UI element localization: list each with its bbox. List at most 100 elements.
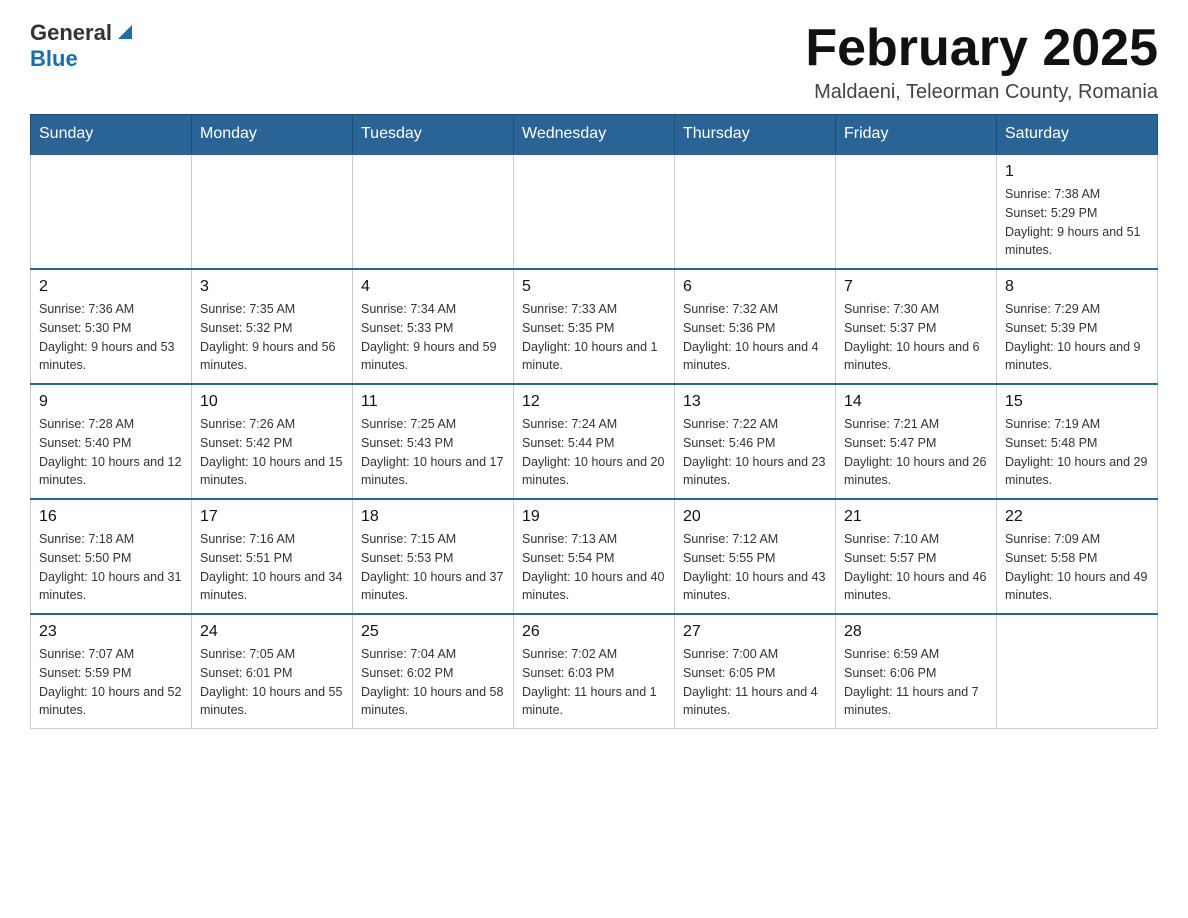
calendar-cell [514,154,675,269]
weekday-header-thursday: Thursday [675,115,836,155]
calendar-cell: 18 Sunrise: 7:15 AM Sunset: 5:53 PM Dayli… [353,499,514,614]
day-info: Sunrise: 7:16 AM Sunset: 5:51 PM Dayligh… [200,530,344,605]
location-subtitle: Maldaeni, Teleorman County, Romania [805,81,1158,104]
day-number: 22 [1005,508,1149,526]
calendar-cell: 20 Sunrise: 7:12 AM Sunset: 5:55 PM Dayli… [675,499,836,614]
calendar-cell: 21 Sunrise: 7:10 AM Sunset: 5:57 PM Dayli… [836,499,997,614]
calendar-cell: 26Sunrise: 7:02 AM Sunset: 6:03 PM Dayli… [514,614,675,729]
calendar-cell: 19 Sunrise: 7:13 AM Sunset: 5:54 PM Dayli… [514,499,675,614]
day-number: 8 [1005,278,1149,296]
calendar-week-row: 23 Sunrise: 7:07 AM Sunset: 5:59 PM Dayli… [31,614,1158,729]
calendar-cell: 4 Sunrise: 7:34 AM Sunset: 5:33 PM Daylig… [353,269,514,384]
day-number: 10 [200,393,344,411]
day-info: Sunrise: 7:35 AM Sunset: 5:32 PM Dayligh… [200,300,344,375]
calendar-cell [997,614,1158,729]
weekday-header-tuesday: Tuesday [353,115,514,155]
calendar-cell: 10 Sunrise: 7:26 AM Sunset: 5:42 PM Dayli… [192,384,353,499]
day-number: 12 [522,393,666,411]
day-number: 3 [200,278,344,296]
calendar-cell [31,154,192,269]
day-info: Sunrise: 7:05 AM Sunset: 6:01 PM Dayligh… [200,645,344,720]
day-info: Sunrise: 7:07 AM Sunset: 5:59 PM Dayligh… [39,645,183,720]
day-info: Sunrise: 7:34 AM Sunset: 5:33 PM Dayligh… [361,300,505,375]
calendar-cell: 2 Sunrise: 7:36 AM Sunset: 5:30 PM Daylig… [31,269,192,384]
day-info: Sunrise: 7:26 AM Sunset: 5:42 PM Dayligh… [200,415,344,490]
day-info: Sunrise: 6:59 AM Sunset: 6:06 PM Dayligh… [844,645,988,720]
day-number: 5 [522,278,666,296]
day-number: 9 [39,393,183,411]
calendar-cell: 28 Sunrise: 6:59 AM Sunset: 6:06 PM Dayli… [836,614,997,729]
calendar-cell [353,154,514,269]
calendar-week-row: 1Sunrise: 7:38 AM Sunset: 5:29 PM Daylig… [31,154,1158,269]
logo: General Blue [30,20,136,72]
weekday-header-row: SundayMondayTuesdayWednesdayThursdayFrid… [31,115,1158,155]
day-number: 20 [683,508,827,526]
day-info: Sunrise: 7:19 AM Sunset: 5:48 PM Dayligh… [1005,415,1149,490]
calendar-cell: 3 Sunrise: 7:35 AM Sunset: 5:32 PM Daylig… [192,269,353,384]
day-info: Sunrise: 7:24 AM Sunset: 5:44 PM Dayligh… [522,415,666,490]
day-info: Sunrise: 7:00 AM Sunset: 6:05 PM Dayligh… [683,645,827,720]
calendar-cell: 24 Sunrise: 7:05 AM Sunset: 6:01 PM Dayli… [192,614,353,729]
day-number: 16 [39,508,183,526]
calendar-week-row: 2 Sunrise: 7:36 AM Sunset: 5:30 PM Daylig… [31,269,1158,384]
day-number: 19 [522,508,666,526]
day-info: Sunrise: 7:09 AM Sunset: 5:58 PM Dayligh… [1005,530,1149,605]
day-number: 2 [39,278,183,296]
logo-general-text: General [30,20,112,46]
day-info: Sunrise: 7:21 AM Sunset: 5:47 PM Dayligh… [844,415,988,490]
day-info: Sunrise: 7:12 AM Sunset: 5:55 PM Dayligh… [683,530,827,605]
day-info: Sunrise: 7:33 AM Sunset: 5:35 PM Dayligh… [522,300,666,375]
calendar-cell [836,154,997,269]
day-info: Sunrise: 7:38 AM Sunset: 5:29 PM Dayligh… [1005,185,1149,260]
day-info: Sunrise: 7:36 AM Sunset: 5:30 PM Dayligh… [39,300,183,375]
day-number: 26 [522,623,666,641]
day-info: Sunrise: 7:32 AM Sunset: 5:36 PM Dayligh… [683,300,827,375]
calendar-cell: 13 Sunrise: 7:22 AM Sunset: 5:46 PM Dayli… [675,384,836,499]
weekday-header-sunday: Sunday [31,115,192,155]
day-number: 11 [361,393,505,411]
calendar-week-row: 16 Sunrise: 7:18 AM Sunset: 5:50 PM Dayli… [31,499,1158,614]
calendar-table: SundayMondayTuesdayWednesdayThursdayFrid… [30,114,1158,729]
calendar-cell: 25 Sunrise: 7:04 AM Sunset: 6:02 PM Dayli… [353,614,514,729]
day-number: 6 [683,278,827,296]
day-info: Sunrise: 7:13 AM Sunset: 5:54 PM Dayligh… [522,530,666,605]
calendar-cell: 22 Sunrise: 7:09 AM Sunset: 5:58 PM Dayli… [997,499,1158,614]
day-info: Sunrise: 7:22 AM Sunset: 5:46 PM Dayligh… [683,415,827,490]
day-info: Sunrise: 7:29 AM Sunset: 5:39 PM Dayligh… [1005,300,1149,375]
day-info: Sunrise: 7:15 AM Sunset: 5:53 PM Dayligh… [361,530,505,605]
day-number: 21 [844,508,988,526]
calendar-cell: 27 Sunrise: 7:00 AM Sunset: 6:05 PM Dayli… [675,614,836,729]
calendar-cell: 17Sunrise: 7:16 AM Sunset: 5:51 PM Dayli… [192,499,353,614]
day-number: 27 [683,623,827,641]
day-number: 4 [361,278,505,296]
day-number: 23 [39,623,183,641]
day-number: 13 [683,393,827,411]
calendar-cell [192,154,353,269]
calendar-week-row: 9 Sunrise: 7:28 AM Sunset: 5:40 PM Daylig… [31,384,1158,499]
day-info: Sunrise: 7:18 AM Sunset: 5:50 PM Dayligh… [39,530,183,605]
calendar-cell: 11 Sunrise: 7:25 AM Sunset: 5:43 PM Dayli… [353,384,514,499]
weekday-header-saturday: Saturday [997,115,1158,155]
day-info: Sunrise: 7:28 AM Sunset: 5:40 PM Dayligh… [39,415,183,490]
day-info: Sunrise: 7:10 AM Sunset: 5:57 PM Dayligh… [844,530,988,605]
page-header: General Blue February 2025 Maldaeni, Tel… [30,20,1158,104]
calendar-cell: 14Sunrise: 7:21 AM Sunset: 5:47 PM Dayli… [836,384,997,499]
month-title: February 2025 [805,20,1158,77]
calendar-cell: 5 Sunrise: 7:33 AM Sunset: 5:35 PM Daylig… [514,269,675,384]
day-number: 15 [1005,393,1149,411]
calendar-cell [675,154,836,269]
weekday-header-friday: Friday [836,115,997,155]
day-info: Sunrise: 7:04 AM Sunset: 6:02 PM Dayligh… [361,645,505,720]
day-number: 25 [361,623,505,641]
day-number: 24 [200,623,344,641]
day-number: 28 [844,623,988,641]
day-info: Sunrise: 7:30 AM Sunset: 5:37 PM Dayligh… [844,300,988,375]
calendar-cell: 6 Sunrise: 7:32 AM Sunset: 5:36 PM Daylig… [675,269,836,384]
calendar-cell: 16 Sunrise: 7:18 AM Sunset: 5:50 PM Dayli… [31,499,192,614]
day-number: 18 [361,508,505,526]
day-info: Sunrise: 7:25 AM Sunset: 5:43 PM Dayligh… [361,415,505,490]
calendar-cell: 12 Sunrise: 7:24 AM Sunset: 5:44 PM Dayli… [514,384,675,499]
calendar-cell: 9 Sunrise: 7:28 AM Sunset: 5:40 PM Daylig… [31,384,192,499]
calendar-cell: 23 Sunrise: 7:07 AM Sunset: 5:59 PM Dayli… [31,614,192,729]
calendar-cell: 7Sunrise: 7:30 AM Sunset: 5:37 PM Daylig… [836,269,997,384]
